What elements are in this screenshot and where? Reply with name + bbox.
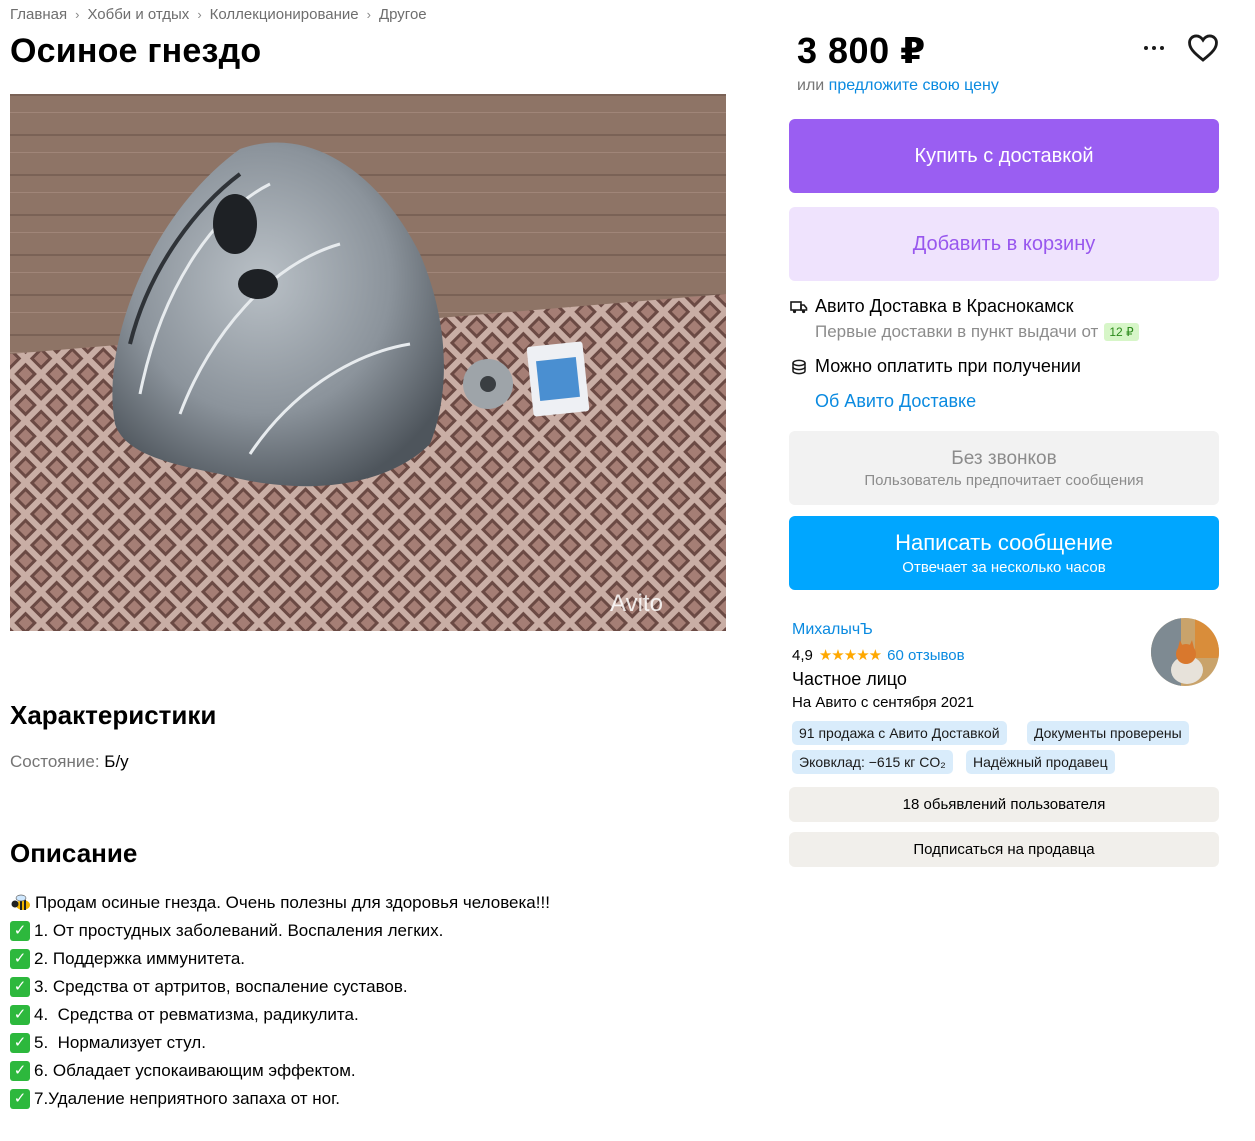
bee-icon (11, 894, 30, 910)
price: 3 800 ₽ (797, 30, 926, 71)
description-heading: Описание (10, 838, 138, 868)
description-line-text: 1. От простудных заболеваний. Воспаления… (34, 921, 444, 940)
wasp-nest-photo: Avito (10, 94, 726, 631)
check-icon: ✓ (10, 1005, 30, 1025)
avito-watermark: Avito (610, 590, 663, 617)
characteristic-condition: Состояние: Б/у (10, 752, 129, 772)
payment-text: Можно оплатить при получении (815, 356, 1081, 376)
breadcrumb: Главная › Хобби и отдых › Коллекциониров… (10, 6, 427, 23)
seller-since: На Авито с сентября 2021 (792, 694, 975, 711)
description-line: ✓ 4. Средства от ревматизма, радикулита. (10, 1001, 550, 1029)
condition-value: Б/у (104, 752, 129, 771)
rating-value: 4,9 (792, 646, 813, 664)
characteristics-heading: Характеристики (10, 700, 217, 730)
add-to-cart-button[interactable]: Добавить в корзину (789, 207, 1219, 281)
description-line-text: 6. Обладает успокаивающим эффектом. (34, 1061, 356, 1080)
price-offer: или предложите свою цену (797, 77, 999, 95)
page-title: Осиное гнездо (10, 32, 262, 70)
description-text: Продам осиные гнезда. Очень полезны для … (10, 889, 550, 1113)
description-line: ✓ 5. Нормализует стул. (10, 1029, 550, 1057)
no-calls-title: Без звонков (951, 447, 1057, 469)
description-line-text: 3. Средства от артритов, воспаление суст… (34, 977, 408, 996)
description-line: ✓ 3. Средства от артритов, воспаление сус… (10, 973, 550, 1001)
seller-type: Частное лицо (792, 669, 907, 689)
breadcrumb-home[interactable]: Главная (10, 6, 67, 23)
chevron-right-icon: › (75, 7, 80, 22)
check-icon: ✓ (10, 977, 30, 997)
listing-photo[interactable]: Avito (10, 94, 726, 631)
badge-deliveries: 91 продажа с Авито Доставкой (792, 721, 1007, 745)
message-button-sub: Отвечает за несколько часов (902, 559, 1106, 576)
condition-label: Состояние: (10, 752, 100, 771)
cart-button-label: Добавить в корзину (912, 232, 1096, 255)
description-line: ✓ 6. Обладает успокаивающим эффектом. (10, 1057, 550, 1085)
heart-icon[interactable] (1186, 31, 1220, 65)
offer-prefix: или (797, 77, 825, 94)
description-line: Продам осиные гнезда. Очень полезны для … (10, 889, 550, 917)
check-icon: ✓ (10, 1033, 30, 1053)
avatar[interactable] (1151, 618, 1219, 686)
coins-icon (789, 357, 809, 377)
breadcrumb-other[interactable]: Другое (379, 6, 427, 23)
dot-icon (1144, 46, 1148, 50)
check-icon: ✓ (10, 1089, 30, 1109)
delivery-subtitle: Первые доставки в пункт выдачи от 12 ₽ (815, 322, 1139, 342)
description-line-text: 5. Нормализует стул. (34, 1033, 206, 1052)
user-listings-button[interactable]: 18 обьявлений пользователя (789, 787, 1219, 822)
delivery-title: Авито Доставка в Краснокамск (815, 296, 1074, 316)
reviews-link[interactable]: 60 отзывов (887, 647, 965, 664)
dot-icon (1152, 46, 1156, 50)
write-message-button[interactable]: Написать сообщение Отвечает за несколько… (789, 516, 1219, 590)
description-line-text: Продам осиные гнезда. Очень полезны для … (35, 893, 550, 912)
seller-rating: 4,9 ★★★★★ 60 отзывов (792, 646, 965, 665)
delivery-price-badge: 12 ₽ (1104, 323, 1139, 341)
buy-with-delivery-button[interactable]: Купить с доставкой (789, 119, 1219, 193)
description-line-text: 7.Удаление неприятного запаха от ног. (34, 1089, 340, 1108)
subscribe-seller-button[interactable]: Подписаться на продавца (789, 832, 1219, 867)
user-listings-label: 18 обьявлений пользователя (902, 796, 1106, 813)
more-options-button[interactable] (1138, 32, 1170, 64)
message-button-label: Написать сообщение (895, 530, 1113, 555)
badge-documents-verified: Документы проверены (1027, 721, 1189, 745)
buy-button-label: Купить с доставкой (914, 144, 1094, 167)
no-calls-notice: Без звонков Пользователь предпочитает со… (789, 431, 1219, 505)
subscribe-label: Подписаться на продавца (913, 841, 1095, 858)
badge-reliable-seller: Надёжный продавец (966, 750, 1115, 774)
description-line: ✓ 2. Поддержка иммунитета. (10, 945, 550, 973)
breadcrumb-hobby[interactable]: Хобби и отдых (87, 6, 189, 23)
description-line-text: 4. Средства от ревматизма, радикулита. (34, 1005, 359, 1024)
delivery-sub-text: Первые доставки в пункт выдачи от (815, 322, 1099, 341)
breadcrumb-collecting[interactable]: Коллекционирование (210, 6, 359, 23)
truck-icon (789, 297, 809, 317)
payment-info: Можно оплатить при получении (789, 356, 1081, 377)
delivery-info: Авито Доставка в Краснокамск (789, 296, 1074, 317)
description-line: ✓ 7.Удаление неприятного запаха от ног. (10, 1085, 550, 1113)
chevron-right-icon: › (197, 7, 202, 22)
check-icon: ✓ (10, 949, 30, 969)
seller-name-link[interactable]: МихалычЪ (792, 621, 873, 639)
description-line: ✓ 1. От простудных заболеваний. Воспалени… (10, 917, 550, 945)
check-icon: ✓ (10, 921, 30, 941)
offer-price-link[interactable]: предложите свою цену (829, 77, 999, 94)
check-icon: ✓ (10, 1061, 30, 1081)
no-calls-subtitle: Пользователь предпочитает сообщения (864, 471, 1144, 489)
badge-eco: Эковклад: −615 кг CO₂ (792, 750, 953, 774)
star-rating-icon: ★★★★★ (818, 647, 882, 664)
about-delivery-link[interactable]: Об Авито Доставке (815, 391, 976, 412)
description-line-text: 2. Поддержка иммунитета. (34, 949, 246, 968)
dot-icon (1160, 46, 1164, 50)
chevron-right-icon: › (366, 7, 371, 22)
